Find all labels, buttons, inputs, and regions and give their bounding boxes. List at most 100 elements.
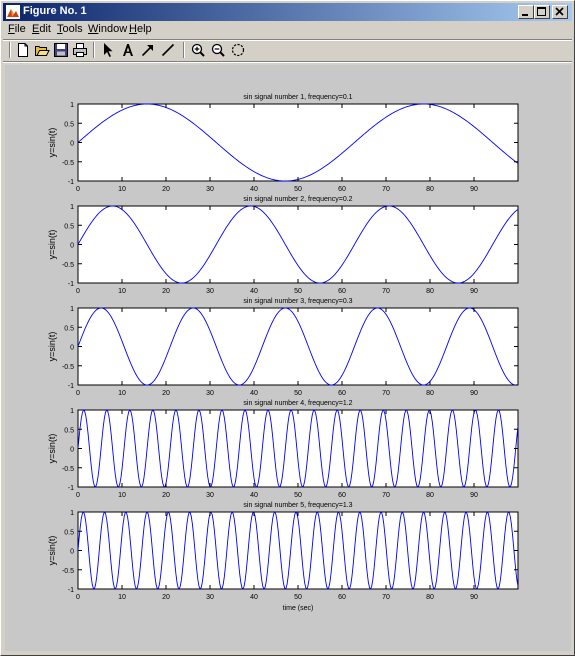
ytick-label-2: 0 — [70, 243, 74, 250]
ytick-label-1: 1 — [70, 102, 74, 109]
ytick-label-2: 1 — [70, 204, 74, 211]
xtick-label-3: 30 — [206, 390, 214, 397]
open-file-icon — [35, 46, 50, 56]
menu-tools[interactable]: Tools — [57, 23, 83, 35]
subplot-title-3: sin signal number 3, frequency=0.3 — [243, 298, 352, 305]
toolbar-bottom-separator — [3, 61, 572, 63]
zoom-out-icon — [211, 43, 225, 57]
xtick-label-5: 0 — [76, 594, 80, 601]
subplot-title-4: sin signal number 4, frequency=1.2 — [243, 400, 352, 407]
xtick-label-4: 50 — [294, 492, 302, 499]
xtick-label-3: 70 — [382, 390, 390, 397]
ylabel-2: y=sin(t) — [47, 230, 57, 260]
ytick-label-3: 0 — [70, 345, 74, 352]
xtick-label-4: 0 — [76, 492, 80, 499]
xtick-label-4: 10 — [118, 492, 126, 499]
xtick-label-3: 50 — [294, 390, 302, 397]
ylabel-1: y=sin(t) — [47, 128, 57, 158]
ylabel-3: y=sin(t) — [47, 332, 57, 362]
ytick-label-1: -0.5 — [62, 160, 74, 167]
xtick-label-5: 70 — [382, 594, 390, 601]
figure-canvas: 1 0.5 0 -0.5 -1 0 10 20 30 40 50 60 70 80 90 sin signal… — [5, 65, 571, 651]
xtick-label-3: 0 — [76, 390, 80, 397]
ytick-label-4: 0.5 — [64, 427, 74, 434]
select-arrow-button[interactable] — [99, 41, 117, 59]
zoom-out-button[interactable] — [209, 41, 227, 59]
ytick-label-2: 0.5 — [64, 223, 74, 230]
maximize-icon — [537, 7, 546, 16]
xtick-label-4: 90 — [470, 492, 478, 499]
xtick-label-4: 40 — [250, 492, 258, 499]
axes-2 — [77, 205, 519, 284]
save-icon — [54, 43, 68, 57]
zoom-in-button[interactable] — [189, 41, 207, 59]
xtick-label-1: 80 — [426, 186, 434, 193]
menu-window[interactable]: Window — [88, 23, 127, 35]
ytick-label-1: -1 — [68, 179, 74, 186]
toolbar-grip — [9, 42, 11, 58]
xtick-label-1: 20 — [162, 186, 170, 193]
close-icon — [555, 7, 564, 16]
figure-plots: 10.50-0.5-10 10 20 30 40 50 60 70 80 90sin signal… — [47, 94, 519, 612]
insert-arrow-icon — [141, 45, 153, 57]
menu-file[interactable]: File — [8, 23, 26, 35]
maximize-button[interactable] — [534, 5, 550, 19]
ytick-label-2: -0.5 — [62, 262, 74, 269]
print-button[interactable] — [71, 41, 89, 59]
save-button[interactable] — [52, 41, 70, 59]
xtick-label-3: 20 — [162, 390, 170, 397]
ytick-label-3: -1 — [68, 383, 74, 390]
xtick-label-4: 20 — [162, 492, 170, 499]
ytick-label-5: 0.5 — [64, 529, 74, 536]
ytick-label-1: 0 — [70, 141, 74, 148]
xtick-label-5: 20 — [162, 594, 170, 601]
xtick-label-3: 60 — [338, 390, 346, 397]
ytick-label-3: 1 — [70, 306, 74, 313]
insert-arrow-button[interactable] — [139, 41, 157, 59]
new-figure-button[interactable] — [14, 41, 32, 59]
xtick-label-2: 50 — [294, 288, 302, 295]
insert-text-button[interactable] — [119, 41, 137, 59]
xtick-label-5: 80 — [426, 594, 434, 601]
toolbar — [3, 41, 572, 59]
xtick-label-1: 70 — [382, 186, 390, 193]
xtick-label-1: 10 — [118, 186, 126, 193]
open-file-button[interactable] — [33, 41, 51, 59]
xtick-label-3: 10 — [118, 390, 126, 397]
toolbar-separator — [93, 42, 95, 58]
subplot-title-1: sin signal number 1, frequency=0.1 — [243, 94, 352, 101]
ytick-label-5: 1 — [70, 510, 74, 517]
select-arrow-icon — [104, 43, 113, 57]
xtick-label-2: 80 — [426, 288, 434, 295]
xtick-label-3: 80 — [426, 390, 434, 397]
ytick-label-3: -0.5 — [62, 364, 74, 371]
xtick-label-2: 20 — [162, 288, 170, 295]
rotate-3d-button[interactable] — [229, 41, 247, 59]
axes-3 — [77, 307, 519, 386]
xtick-label-5: 50 — [294, 594, 302, 601]
menu-edit[interactable]: Edit — [32, 23, 51, 35]
xtick-label-4: 80 — [426, 492, 434, 499]
xtick-label-4: 60 — [338, 492, 346, 499]
menu-help[interactable]: Help — [129, 23, 152, 35]
xtick-label-1: 60 — [338, 186, 346, 193]
axes-1 — [77, 103, 519, 182]
figure-window: Figure No. 1 File Edit Tools Window Help — [0, 0, 575, 656]
xtick-label-2: 30 — [206, 288, 214, 295]
ytick-label-4: 0 — [70, 447, 74, 454]
axes-5 — [77, 511, 519, 590]
xtick-label-5: 40 — [250, 594, 258, 601]
insert-line-button[interactable] — [159, 41, 177, 59]
matlab-logo-icon — [6, 5, 20, 19]
print-icon — [73, 43, 87, 57]
new-figure-icon — [18, 43, 28, 57]
minimize-button[interactable] — [518, 5, 534, 19]
insert-text-icon — [123, 44, 133, 56]
ytick-label-4: -0.5 — [62, 466, 74, 473]
window-title: Figure No. 1 — [23, 5, 87, 17]
xtick-label-5: 90 — [470, 594, 478, 601]
title-bar[interactable]: Figure No. 1 — [3, 3, 572, 21]
xtick-label-1: 30 — [206, 186, 214, 193]
close-button[interactable] — [552, 5, 568, 19]
ylabel-5: y=sin(t) — [47, 536, 57, 566]
